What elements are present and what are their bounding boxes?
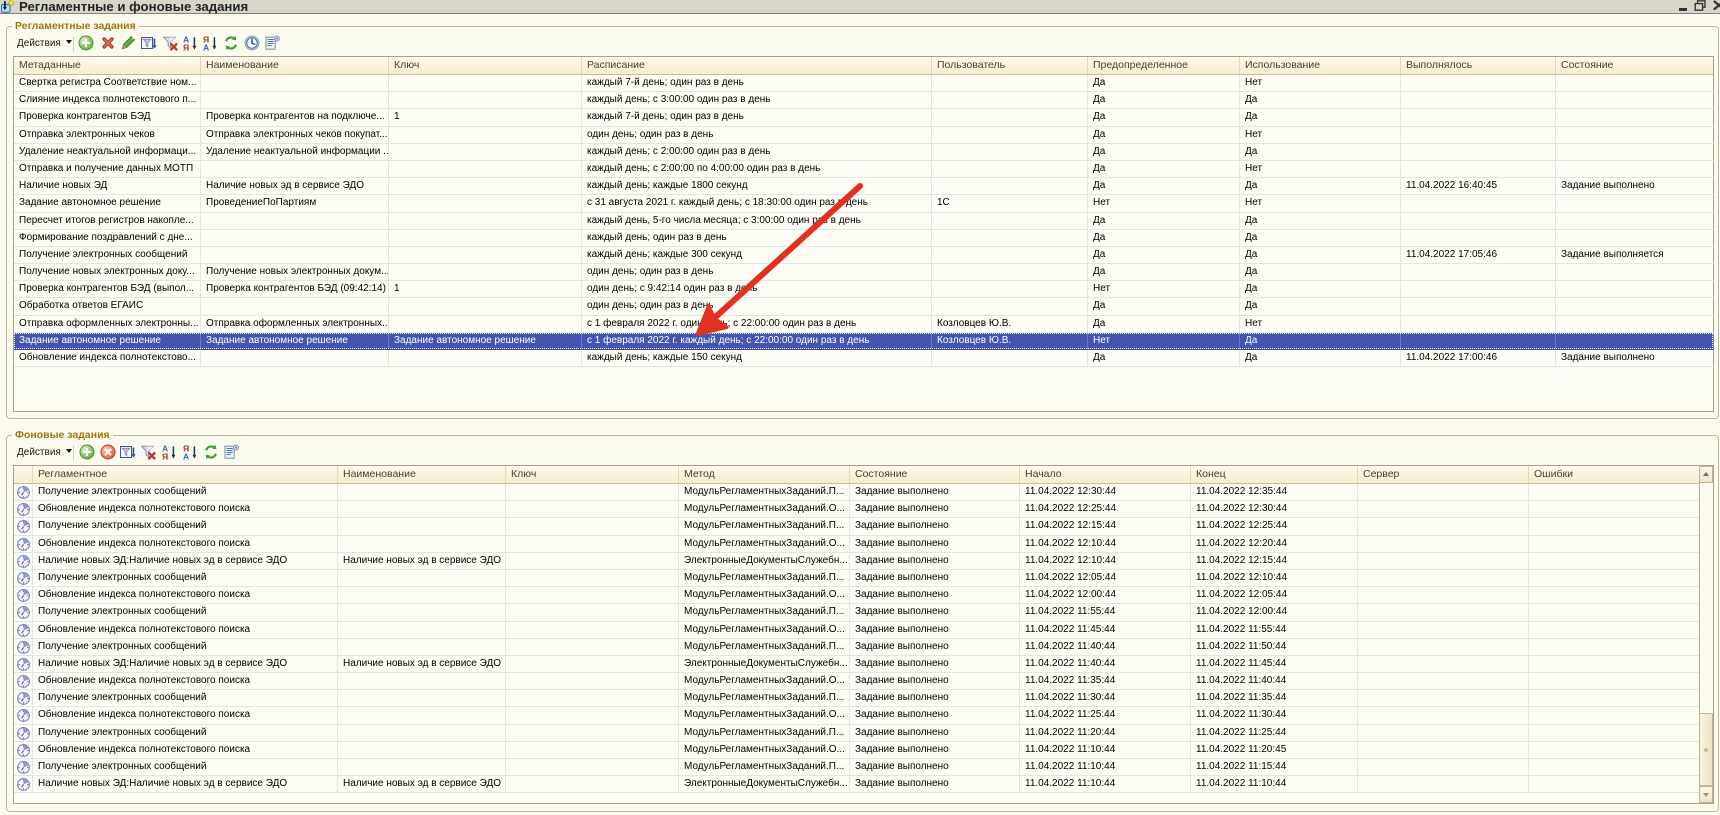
svg-text:А: А xyxy=(183,452,189,460)
svg-text:Я: Я xyxy=(162,452,168,460)
svg-text:А: А xyxy=(203,43,209,51)
svg-text:Я: Я xyxy=(183,43,189,51)
